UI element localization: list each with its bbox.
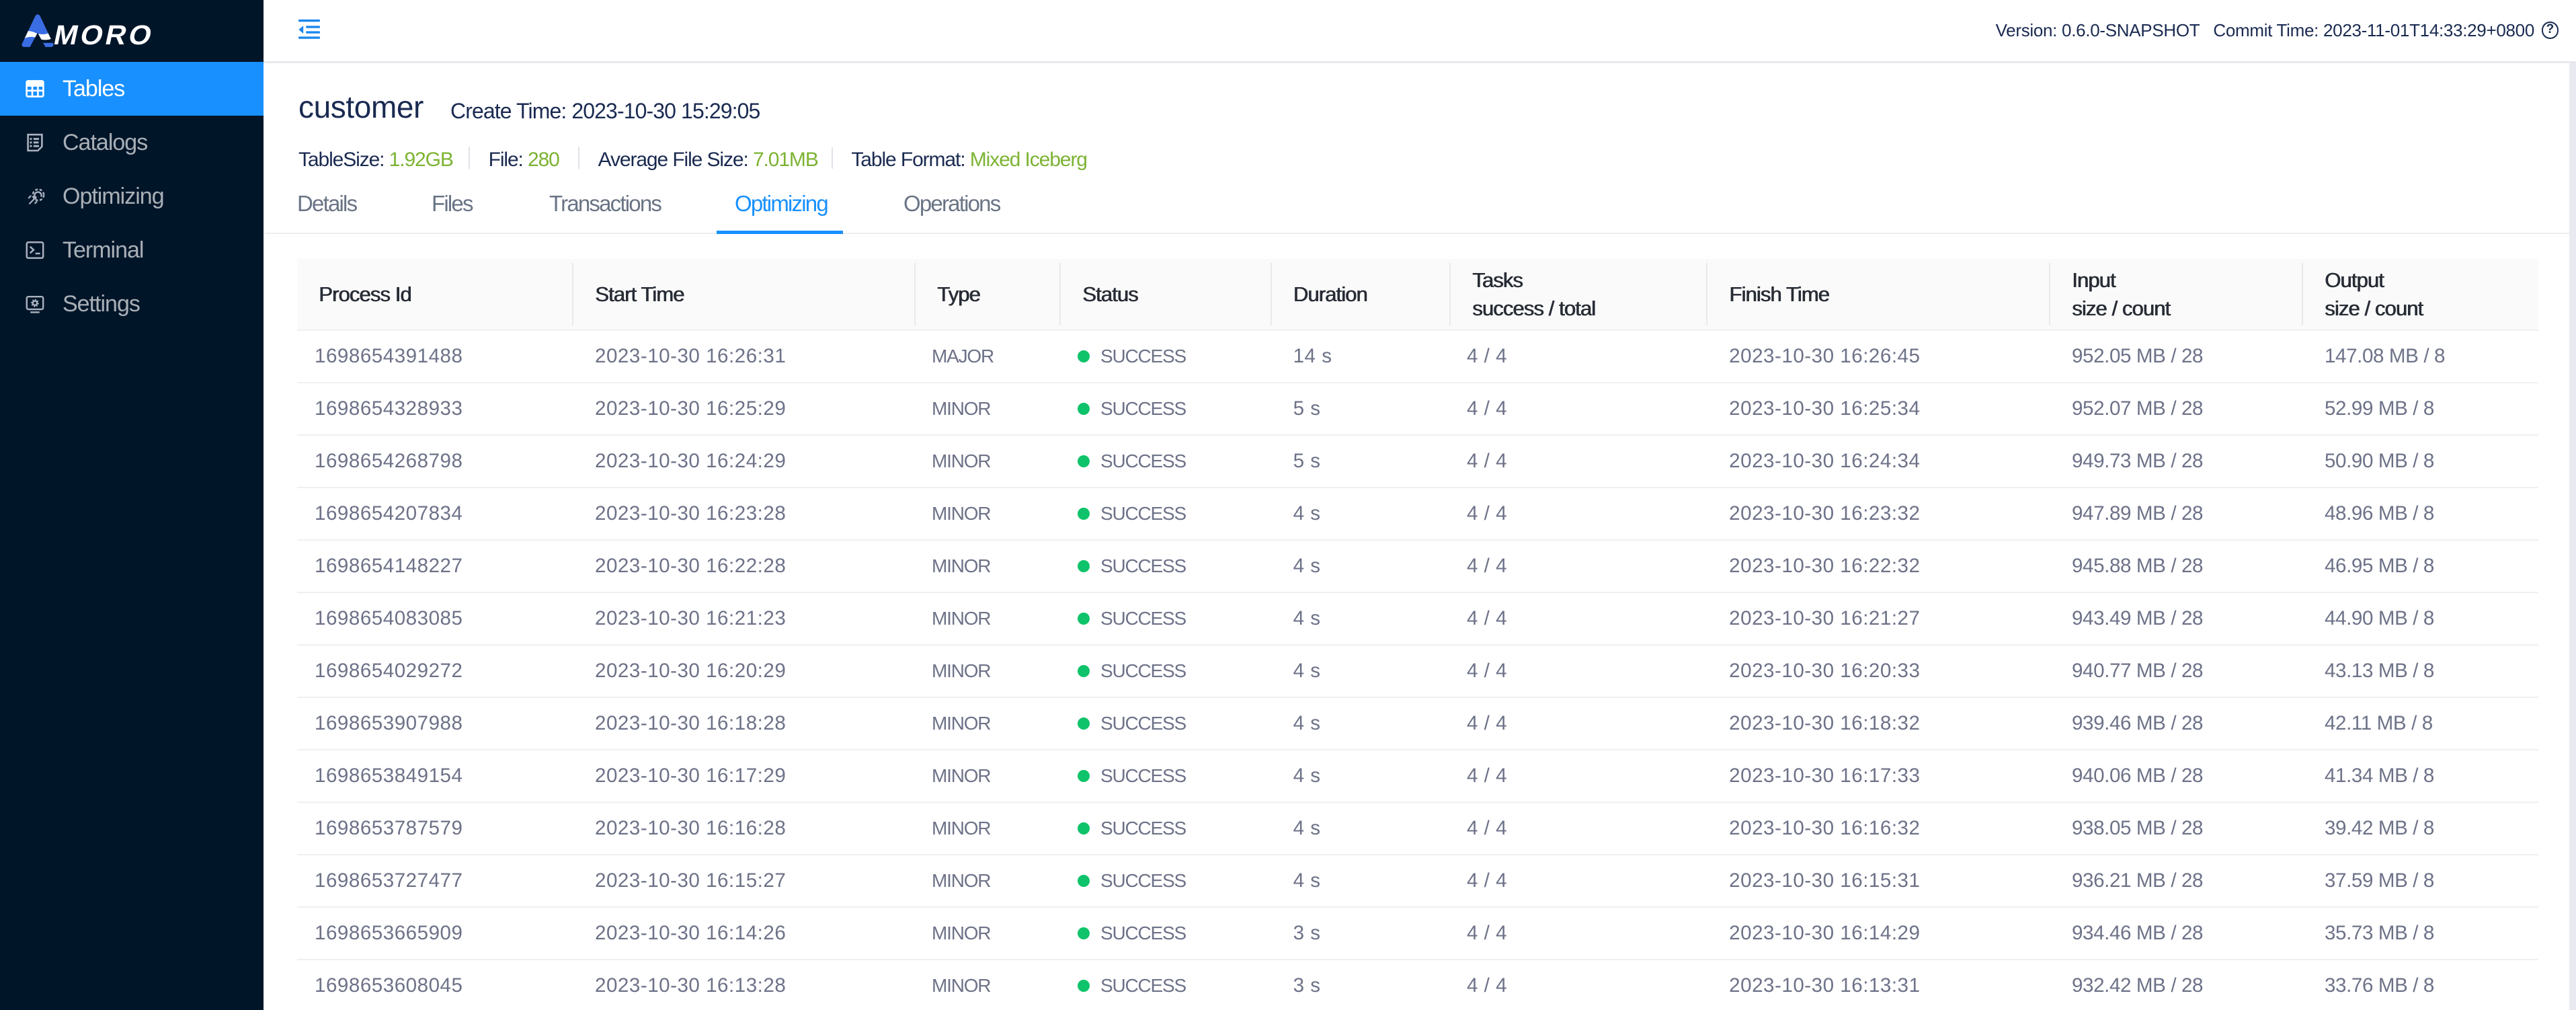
svg-text:MORO: MORO <box>52 20 157 50</box>
